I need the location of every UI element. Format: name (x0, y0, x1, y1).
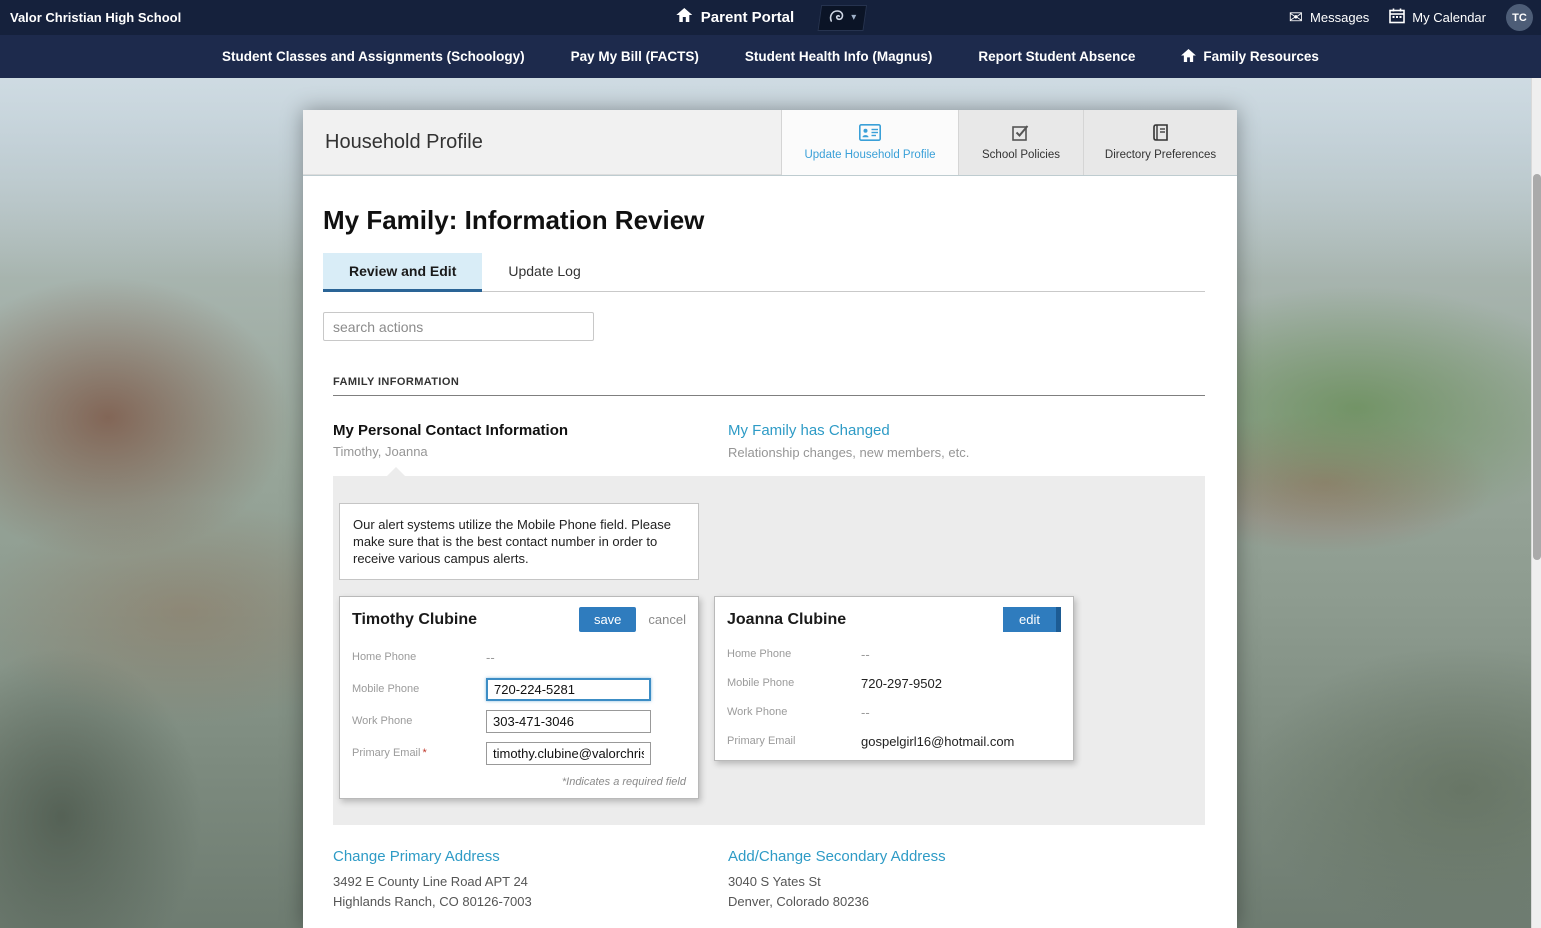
nav-item-pay-my-bill[interactable]: Pay My Bill (FACTS) (571, 49, 699, 64)
nav-item-family-resources[interactable]: Family Resources (1181, 48, 1319, 65)
family-changed-subtext: Relationship changes, new members, etc. (728, 445, 970, 460)
family-information-section: FAMILY INFORMATION My Personal Contact I… (333, 376, 1205, 909)
primary-email-row: Primary Email * (352, 741, 686, 765)
required-asterisk: * (422, 747, 427, 759)
joanna-card: Joanna Clubine edit Home Phone -- Mobile… (714, 596, 1074, 761)
mobile-phone-input[interactable] (486, 677, 651, 701)
my-calendar-button[interactable]: My Calendar (1389, 8, 1486, 27)
person-name: Timothy Clubine (352, 610, 478, 628)
cancel-link[interactable]: cancel (648, 612, 686, 627)
home-phone-row: Home Phone -- (352, 645, 686, 669)
home-icon (1181, 48, 1197, 65)
profile-header-tabs: Update Household Profile School Policies… (781, 110, 1237, 175)
alert-message: Our alert systems utilize the Mobile Pho… (339, 503, 699, 580)
tab-school-policies[interactable]: School Policies (958, 110, 1083, 175)
directory-book-icon (1152, 124, 1169, 144)
home-phone-label: Home Phone (352, 651, 417, 663)
tab-review-and-edit[interactable]: Review and Edit (323, 253, 483, 292)
household-profile-header: Household Profile Update Household Profi… (303, 110, 1237, 175)
nav-item-student-health[interactable]: Student Health Info (Magnus) (745, 49, 932, 64)
portal-title-group: Parent Portal ▾ (675, 0, 868, 35)
nav-item-schoology[interactable]: Student Classes and Assignments (Schoolo… (222, 49, 525, 64)
primary-address-line1: 3492 E County Line Road APT 24 (333, 874, 528, 889)
household-profile-title: Household Profile (325, 131, 483, 153)
scrollbar-thumb[interactable] (1533, 174, 1541, 560)
tab-label: Update Household Profile (804, 149, 936, 161)
mobile-phone-row: Mobile Phone (352, 677, 686, 701)
mobile-phone-value: 720-297-9502 (861, 675, 942, 691)
work-phone-value: -- (861, 704, 870, 720)
mobile-phone-row: Mobile Phone 720-297-9502 (727, 674, 1061, 692)
home-icon (675, 8, 692, 27)
primary-email-input[interactable] (486, 741, 651, 765)
school-name: Valor Christian High School (10, 10, 182, 25)
work-phone-row: Work Phone (352, 709, 686, 733)
personal-contact-info-item[interactable]: My Personal Contact Information (333, 422, 728, 439)
school-logo-dropdown[interactable]: ▾ (817, 4, 868, 31)
messages-icon: ✉ (1288, 8, 1304, 27)
nav-item-report-absence[interactable]: Report Student Absence (978, 49, 1135, 64)
required-field-note: *Indicates a required field (561, 776, 686, 788)
calendar-icon (1389, 8, 1406, 27)
household-profile-card: Household Profile Update Household Profi… (303, 110, 1237, 928)
top-bar-right: ✉ Messages My Calendar TC (1289, 0, 1533, 35)
portal-title: Parent Portal (700, 9, 795, 26)
save-button[interactable]: save (578, 607, 637, 632)
checkbox-check-icon (1011, 124, 1031, 144)
secondary-address-line1: 3040 S Yates St (728, 874, 821, 889)
home-phone-value: -- (861, 646, 870, 662)
person-name: Joanna Clubine (727, 610, 847, 628)
review-subtabs: Review and Edit Update Log (323, 253, 1205, 292)
timothy-card: Timothy Clubine save cancel Home Phone -… (339, 596, 699, 799)
tab-label: Directory Preferences (1104, 149, 1217, 161)
secondary-address-line2: Denver, Colorado 80236 (728, 894, 869, 909)
user-avatar[interactable]: TC (1506, 4, 1533, 31)
page-title: My Family: Information Review (323, 205, 705, 235)
top-bar: Valor Christian High School Parent Porta… (0, 0, 1541, 35)
contact-edit-panel: Our alert systems utilize the Mobile Pho… (333, 467, 1205, 825)
primary-email-value: gospelgirl16@hotmail.com (861, 733, 1015, 749)
primary-email-row: Primary Email gospelgirl16@hotmail.com (727, 732, 1061, 750)
messages-label: Messages (1310, 10, 1370, 25)
chevron-down-icon: ▾ (851, 11, 857, 23)
primary-address-line2: Highlands Ranch, CO 80126-7003 (333, 894, 532, 909)
tab-directory-preferences[interactable]: Directory Preferences (1083, 110, 1237, 175)
addresses-row: Change Primary Address 3492 E County Lin… (333, 848, 1205, 909)
scrollbar[interactable] (1531, 78, 1541, 928)
tab-label: School Policies (982, 149, 1060, 161)
change-primary-address-link[interactable]: Change Primary Address (333, 848, 500, 865)
messages-button[interactable]: ✉ Messages (1289, 9, 1370, 26)
tab-update-household-profile[interactable]: Update Household Profile (781, 110, 958, 175)
mobile-phone-label: Mobile Phone (727, 677, 795, 689)
profile-card-body: My Family: Information Review Review and… (303, 176, 1237, 928)
school-logo-icon (828, 7, 846, 28)
home-phone-label: Home Phone (727, 648, 792, 660)
id-card-icon (859, 124, 881, 144)
work-phone-label: Work Phone (352, 715, 413, 727)
home-phone-value: -- (486, 649, 495, 665)
primary-email-label: Primary Email (727, 735, 796, 747)
work-phone-input[interactable] (486, 709, 651, 733)
primary-email-label: Primary Email * (352, 747, 427, 759)
family-changed-link[interactable]: My Family has Changed (728, 422, 890, 439)
add-change-secondary-address-link[interactable]: Add/Change Secondary Address (728, 848, 946, 865)
nav-family-resources-label: Family Resources (1203, 49, 1319, 64)
search-actions-input[interactable] (323, 312, 594, 341)
work-phone-label: Work Phone (727, 706, 788, 718)
quick-links-nav: Student Classes and Assignments (Schoolo… (0, 35, 1541, 78)
panel-notch (387, 467, 405, 476)
family-information-heading: FAMILY INFORMATION (333, 376, 1205, 396)
home-phone-row: Home Phone -- (727, 645, 1061, 663)
contact-row: My Personal Contact Information Timothy,… (333, 422, 1205, 460)
contact-members: Timothy, Joanna (333, 444, 428, 459)
parent-portal-page: Valor Christian High School Parent Porta… (0, 0, 1541, 928)
my-calendar-label: My Calendar (1412, 10, 1486, 25)
work-phone-row: Work Phone -- (727, 703, 1061, 721)
tab-update-log[interactable]: Update Log (482, 253, 606, 292)
mobile-phone-label: Mobile Phone (352, 683, 420, 695)
edit-button[interactable]: edit (1003, 607, 1061, 632)
person-cards: Timothy Clubine save cancel Home Phone -… (339, 596, 1205, 799)
